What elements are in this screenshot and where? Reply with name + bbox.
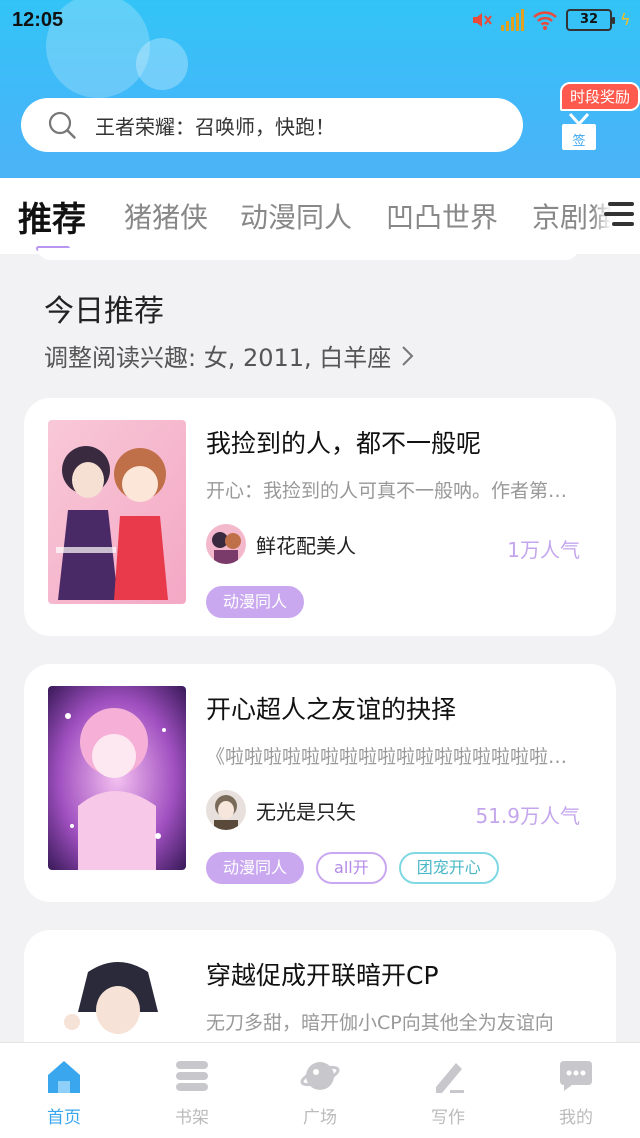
status-icons: 32 ϟ xyxy=(471,9,631,31)
tag-list: 动漫同人 xyxy=(206,586,305,618)
period-reward-button[interactable]: 时段奖励 签 xyxy=(556,82,640,152)
charging-icon: ϟ xyxy=(620,10,631,29)
section-subtitle: 调整阅读兴趣: 女, 2011, 白羊座 xyxy=(44,344,392,372)
reward-badge: 时段奖励 xyxy=(560,82,640,111)
book-card[interactable]: 我捡到的人，都不一般呢 开心：我捡到的人可真不一般呐。作者第… 鲜花配美人 1万… xyxy=(24,398,616,636)
nav-home[interactable]: 首页 xyxy=(0,1043,128,1138)
wifi-icon xyxy=(533,11,557,30)
category-tabs: 推荐 猪猪侠 动漫同人 凹凸世界 京剧猫 xyxy=(0,178,640,254)
tab-aotu-world[interactable]: 凹凸世界 xyxy=(386,196,498,236)
nav-bookshelf[interactable]: 书架 xyxy=(128,1043,256,1138)
status-time: 12:05 xyxy=(12,9,64,31)
pen-icon xyxy=(436,1063,464,1093)
menu-icon[interactable] xyxy=(592,178,640,254)
book-description: 开心：我捡到的人可真不一般呐。作者第… xyxy=(206,480,568,502)
search-placeholder: 王者荣耀：召唤师，快跑！ xyxy=(95,114,335,139)
book-cover-image xyxy=(48,420,186,604)
planet-icon xyxy=(300,1062,340,1090)
nav-plaza[interactable]: 广场 xyxy=(256,1043,384,1138)
book-author[interactable]: 无光是只矢 xyxy=(206,790,356,830)
gift-icon: 签 xyxy=(562,112,596,150)
popularity-count: 1万人气 xyxy=(507,538,580,562)
book-title: 穿越促成开联暗开CP xyxy=(206,961,439,990)
book-cover-image xyxy=(48,686,186,870)
author-name: 无光是只矢 xyxy=(256,799,356,824)
gift-label: 签 xyxy=(572,133,585,149)
nav-write[interactable]: 写作 xyxy=(384,1043,512,1138)
nav-bookshelf-label: 书架 xyxy=(175,1108,209,1128)
book-card[interactable]: 开心超人之友谊的抉择 《啦啦啦啦啦啦啦啦啦啦啦啦啦啦啦啦啦… 无光是只矢 51.… xyxy=(24,664,616,902)
book-description: 无刀多甜，暗开伽小CP向其他全为友谊向 xyxy=(206,1012,554,1034)
battery-level: 32 xyxy=(579,12,599,27)
chat-icon xyxy=(560,1061,592,1091)
tab-recommend[interactable]: 推荐 xyxy=(18,192,86,241)
search-icon xyxy=(48,111,76,139)
tag-list: 动漫同人 all开 团宠开心 xyxy=(206,852,499,884)
nav-home-label: 首页 xyxy=(47,1108,81,1128)
chevron-right-icon xyxy=(402,345,414,366)
tag[interactable]: 团宠开心 xyxy=(398,852,499,884)
nav-write-label: 写作 xyxy=(431,1108,465,1128)
book-author[interactable]: 鲜花配美人 xyxy=(206,524,356,564)
search-bar[interactable]: 王者荣耀：召唤师，快跑！ xyxy=(21,98,523,152)
mute-icon xyxy=(473,13,492,27)
book-description: 《啦啦啦啦啦啦啦啦啦啦啦啦啦啦啦啦啦… xyxy=(206,746,568,768)
nav-me[interactable]: 我的 xyxy=(512,1043,640,1138)
tag[interactable]: 动漫同人 xyxy=(206,852,305,884)
nav-me-label: 我的 xyxy=(559,1108,593,1128)
avatar xyxy=(206,790,246,830)
battery-icon: 32 xyxy=(566,9,615,31)
decor-bubble xyxy=(136,38,188,90)
home-icon xyxy=(48,1061,80,1093)
tab-anime-fanfic[interactable]: 动漫同人 xyxy=(240,196,352,236)
tag[interactable]: 动漫同人 xyxy=(206,586,305,618)
tag[interactable]: all开 xyxy=(316,852,387,884)
status-bar: 12:05 32 ϟ xyxy=(0,0,640,44)
tab-zhuzhuxia[interactable]: 猪猪侠 xyxy=(124,196,208,236)
signal-icon xyxy=(501,9,524,31)
banner-card-bottom xyxy=(38,248,578,260)
avatar xyxy=(206,524,246,564)
bookshelf-icon xyxy=(176,1061,208,1091)
nav-plaza-label: 广场 xyxy=(303,1108,337,1128)
bottom-nav: 首页 书架 广场 写作 我的 xyxy=(0,1042,640,1138)
adjust-interest-link[interactable]: 调整阅读兴趣: 女, 2011, 白羊座 xyxy=(44,338,415,373)
author-name: 鲜花配美人 xyxy=(256,533,356,558)
book-title: 我捡到的人，都不一般呢 xyxy=(206,429,482,458)
section-title: 今日推荐 xyxy=(44,294,164,329)
popularity-count: 51.9万人气 xyxy=(475,804,580,828)
book-title: 开心超人之友谊的抉择 xyxy=(206,695,457,724)
